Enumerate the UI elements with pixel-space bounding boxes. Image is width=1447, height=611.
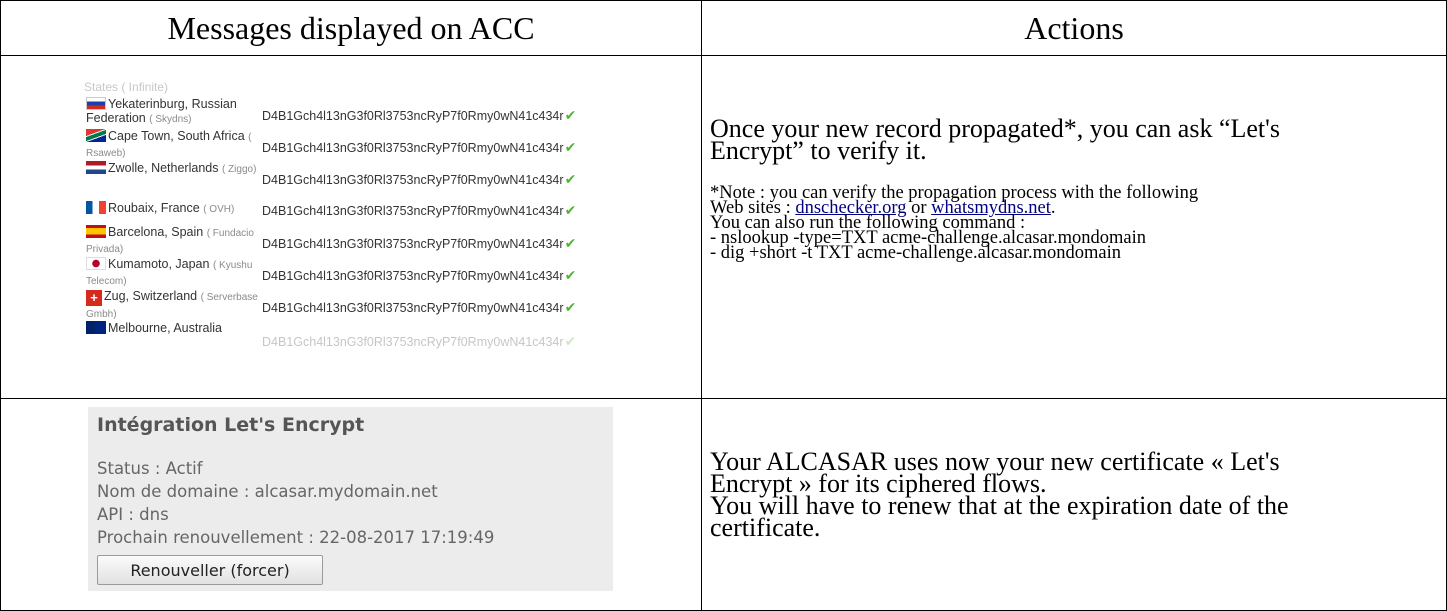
list-item: Kumamoto, Japan ( Kyushu Telecom) D4B1Gc… bbox=[84, 257, 624, 289]
verify-instructions: Once your new record propagated*, you ca… bbox=[710, 116, 1440, 263]
api-text: API : dns bbox=[97, 505, 169, 524]
switzerland-flag-icon: + bbox=[86, 290, 102, 306]
txt-record-value: D4B1Gch4l13nG3f0Rl3753ncRyP7f0Rmy0wN41c4… bbox=[262, 299, 577, 315]
list-item: Yekaterinburg, Russian Federation ( Skyd… bbox=[84, 97, 624, 129]
header-actions-label: Actions bbox=[1024, 9, 1124, 46]
list-item: Barcelona, Spain ( Fundacio Privada) D4B… bbox=[84, 225, 624, 257]
location: + Zug, Switzerland ( Serverbase Gmbh) bbox=[86, 289, 258, 322]
list-item: Roubaix, France ( OVH) D4B1Gch4l13nG3f0R… bbox=[84, 193, 624, 225]
location-name: Kumamoto, Japan bbox=[108, 257, 210, 271]
location: Melbourne, Australia bbox=[86, 321, 258, 335]
list-item: Melbourne, Australia D4B1Gch4l13nG3f0Rl3… bbox=[84, 321, 624, 353]
france-flag-icon bbox=[86, 201, 106, 214]
isp-name: ( OVH) bbox=[203, 204, 235, 215]
check-icon: ✔ bbox=[564, 299, 577, 315]
check-icon: ✔ bbox=[564, 107, 577, 123]
australia-flag-icon bbox=[86, 321, 106, 334]
certificate-instructions: Your ALCASAR uses now your new certifica… bbox=[710, 449, 1440, 542]
spain-flag-icon bbox=[86, 225, 106, 238]
south-africa-flag-icon bbox=[86, 129, 106, 142]
check-icon: ✔ bbox=[564, 267, 577, 283]
force-renew-button[interactable]: Renouveller (forcer) bbox=[97, 555, 323, 585]
status-text: Status : Actif bbox=[97, 459, 203, 478]
letsencrypt-panel: Intégration Let's Encrypt Status : Actif… bbox=[88, 407, 613, 591]
netherlands-flag-icon bbox=[86, 161, 106, 174]
japan-flag-icon bbox=[86, 257, 106, 270]
location: Roubaix, France ( OVH) bbox=[86, 201, 258, 217]
txt-record-value: D4B1Gch4l13nG3f0Rl3753ncRyP7f0Rmy0wN41c4… bbox=[262, 267, 577, 283]
dig-command: - dig +short -t TXT acme-challenge.alcas… bbox=[710, 243, 1121, 263]
txt-record-value: D4B1Gch4l13nG3f0Rl3753ncRyP7f0Rmy0wN41c4… bbox=[262, 235, 577, 251]
check-icon: ✔ bbox=[564, 171, 577, 187]
header-messages-label: Messages displayed on ACC bbox=[167, 9, 535, 46]
location: Kumamoto, Japan ( Kyushu Telecom) bbox=[86, 257, 258, 289]
header-actions: Actions bbox=[701, 0, 1447, 56]
check-icon: ✔ bbox=[564, 202, 577, 218]
domain-text: Nom de domaine : alcasar.mydomain.net bbox=[97, 482, 438, 501]
txt-record-value: D4B1Gch4l13nG3f0Rl3753ncRyP7f0Rmy0wN41c4… bbox=[262, 202, 577, 218]
cert-text-line4: certificate. bbox=[710, 513, 821, 542]
txt-record-value: D4B1Gch4l13nG3f0Rl3753ncRyP7f0Rmy0wN41c4… bbox=[262, 333, 577, 349]
header-messages: Messages displayed on ACC bbox=[0, 0, 702, 56]
location-name: Zwolle, Netherlands bbox=[108, 161, 219, 175]
location: Cape Town, South Africa ( Rsaweb) bbox=[86, 129, 258, 161]
list-item: Zwolle, Netherlands ( Ziggo) D4B1Gch4l13… bbox=[84, 161, 624, 193]
txt-record-value: D4B1Gch4l13nG3f0Rl3753ncRyP7f0Rmy0wN41c4… bbox=[262, 139, 577, 155]
isp-name: ( Ziggo) bbox=[221, 164, 257, 175]
panel-title: Intégration Let's Encrypt bbox=[97, 414, 365, 436]
location: Yekaterinburg, Russian Federation ( Skyd… bbox=[86, 97, 258, 127]
location: Zwolle, Netherlands ( Ziggo) bbox=[86, 161, 258, 177]
location: Barcelona, Spain ( Fundacio Privada) bbox=[86, 225, 258, 257]
verify-text-line2: Encrypt” to verify it. bbox=[710, 136, 927, 165]
location-name: Cape Town, South Africa bbox=[108, 129, 245, 143]
location-name: Roubaix, France bbox=[108, 201, 200, 215]
russia-flag-icon bbox=[86, 97, 106, 110]
list-item: + Zug, Switzerland ( Serverbase Gmbh) D4B… bbox=[84, 289, 624, 321]
renewal-text: Prochain renouvellement : 22-08-2017 17:… bbox=[97, 528, 495, 547]
location-name: Zug, Switzerland bbox=[104, 289, 198, 303]
txt-record-value: D4B1Gch4l13nG3f0Rl3753ncRyP7f0Rmy0wN41c4… bbox=[262, 171, 577, 187]
dns-propagation-list: Yekaterinburg, Russian Federation ( Skyd… bbox=[84, 68, 624, 368]
isp-name: ( Skydns) bbox=[149, 114, 192, 125]
check-icon: ✔ bbox=[564, 235, 577, 251]
check-icon: ✔ bbox=[564, 139, 577, 155]
location-name: Barcelona, Spain bbox=[108, 225, 204, 239]
txt-record-value: D4B1Gch4l13nG3f0Rl3753ncRyP7f0Rmy0wN41c4… bbox=[262, 107, 577, 123]
location-name: Melbourne, Australia bbox=[108, 321, 222, 335]
check-icon: ✔ bbox=[564, 333, 577, 349]
list-item: Cape Town, South Africa ( Rsaweb) D4B1Gc… bbox=[84, 129, 624, 161]
